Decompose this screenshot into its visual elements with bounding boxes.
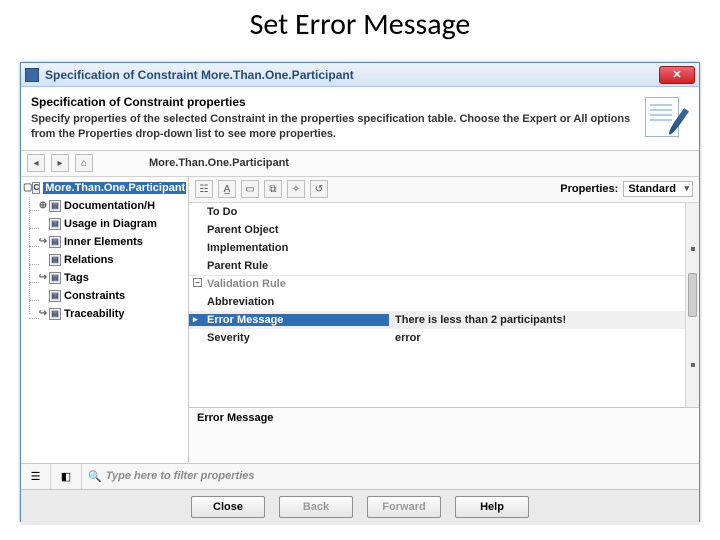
- forward-history-button[interactable]: ▸: [51, 154, 69, 172]
- category-tree: ▢C More.Than.One.Participant ⊕▤Documenta…: [21, 177, 189, 463]
- tree-item-inner[interactable]: ↪▤Inner Elements: [37, 233, 186, 251]
- error-message-value[interactable]: There is less than 2 participants!: [389, 314, 699, 326]
- prop-row[interactable]: Implementation: [189, 239, 699, 257]
- collapse-grp-button[interactable]: ⧉: [264, 180, 282, 198]
- help-button[interactable]: Help: [455, 496, 529, 518]
- tree-item-usage[interactable]: ▤Usage in Diagram: [37, 215, 186, 233]
- categorize-button[interactable]: ☷: [195, 180, 213, 198]
- prop-row-severity[interactable]: Severityerror: [189, 329, 699, 347]
- history-toolbar: ◂ ▸ ⌂ More.Than.One.Participant: [21, 151, 699, 177]
- properties-mode-combo[interactable]: Standard: [623, 181, 693, 197]
- bottom-toolbar: ☰ ◧ 🔍 Type here to filter properties: [21, 463, 699, 489]
- close-icon[interactable]: ✕: [659, 66, 695, 84]
- prop-group-validation[interactable]: −Validation Rule: [189, 275, 699, 293]
- dialog-window: Specification of Constraint More.Than.On…: [20, 62, 700, 522]
- prop-row[interactable]: To Do: [189, 203, 699, 221]
- property-grid: To Do Parent Object Implementation Paren…: [189, 203, 699, 407]
- forward-button[interactable]: Forward: [367, 496, 441, 518]
- reset-button[interactable]: ↺: [310, 180, 328, 198]
- titlebar: Specification of Constraint More.Than.On…: [21, 63, 699, 87]
- edit-document-icon: [643, 95, 689, 141]
- grid-scrollbar[interactable]: [685, 203, 699, 407]
- tree-item-constraints[interactable]: ▤Constraints: [37, 287, 186, 305]
- property-toolbar: ☷ A̲ ▭ ⧉ ✧ ↺ Properties: Standard: [189, 177, 699, 203]
- dialog-buttons: Close Back Forward Help: [21, 489, 699, 525]
- search-icon: 🔍: [88, 470, 102, 483]
- header-strip: Specification of Constraint properties S…: [21, 87, 699, 151]
- home-button[interactable]: ⌂: [75, 154, 93, 172]
- app-icon: [25, 68, 39, 82]
- prop-row[interactable]: Parent Rule: [189, 257, 699, 275]
- description-title: Error Message: [197, 412, 691, 424]
- expand-button[interactable]: ▭: [241, 180, 259, 198]
- window-title: Specification of Constraint More.Than.On…: [45, 68, 659, 82]
- description-pane: Error Message: [189, 407, 699, 463]
- collapse-icon[interactable]: −: [193, 278, 202, 287]
- view-split-button[interactable]: ◧: [51, 464, 81, 489]
- back-history-button[interactable]: ◂: [27, 154, 45, 172]
- header-title: Specification of Constraint properties: [31, 95, 635, 109]
- customize-button[interactable]: ✧: [287, 180, 305, 198]
- back-button[interactable]: Back: [279, 496, 353, 518]
- prop-row-error-message[interactable]: Error MessageThere is less than 2 partic…: [189, 311, 699, 329]
- close-button[interactable]: Close: [191, 496, 265, 518]
- tree-item-traceability[interactable]: ↪▤Traceability: [37, 305, 186, 323]
- prop-row[interactable]: Parent Object: [189, 221, 699, 239]
- tree-item-tags[interactable]: ↪▤Tags: [37, 269, 186, 287]
- slide-title: Set Error Message: [0, 0, 720, 51]
- properties-label: Properties:: [560, 183, 618, 195]
- header-subtitle: Specify properties of the selected Const…: [31, 112, 635, 142]
- prop-row-abbrev[interactable]: Abbreviation: [189, 293, 699, 311]
- tree-root-node[interactable]: ▢C More.Than.One.Participant: [23, 179, 186, 197]
- filter-input[interactable]: 🔍 Type here to filter properties: [82, 470, 699, 483]
- breadcrumb: More.Than.One.Participant: [149, 157, 289, 169]
- sort-alpha-button[interactable]: A̲: [218, 180, 236, 198]
- view-tree-button[interactable]: ☰: [21, 464, 51, 489]
- tree-item-relations[interactable]: ▤Relations: [37, 251, 186, 269]
- tree-item-documentation[interactable]: ⊕▤Documentation/H: [37, 197, 186, 215]
